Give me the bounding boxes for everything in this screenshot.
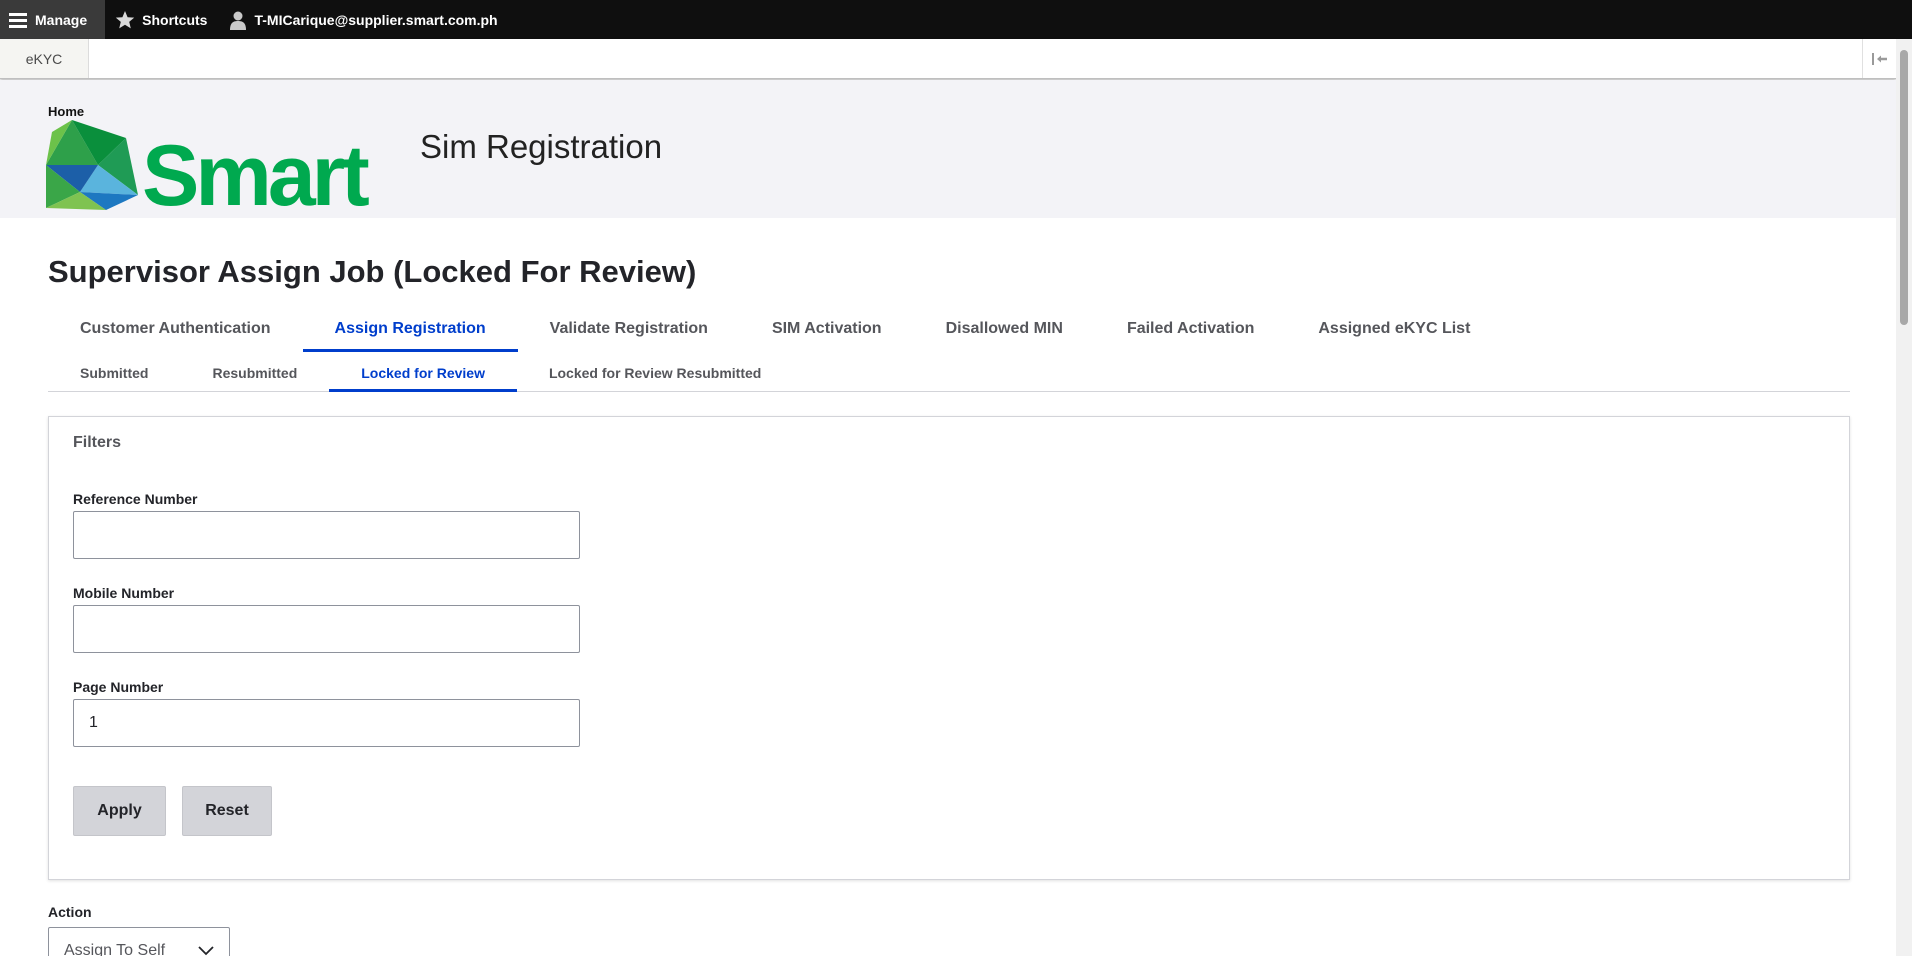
tab-assign-registration[interactable]: Assign Registration [302, 312, 518, 352]
home-link[interactable]: Home [48, 104, 84, 119]
page-number-label: Page Number [73, 679, 164, 695]
admin-toolbar: Manage Shortcuts T-MICarique@supplier.sm… [0, 0, 1912, 39]
tray-orientation-toggle[interactable] [1862, 39, 1896, 78]
primary-tabs: Customer Authentication Assign Registrat… [48, 312, 1502, 352]
site-name: Sim Registration [420, 128, 663, 165]
tab-submitted[interactable]: Submitted [48, 356, 180, 392]
filters-legend: Filters [73, 434, 122, 451]
action-selected-value: Assign To Self [64, 942, 166, 956]
tab-assigned-ekyc-list[interactable]: Assigned eKYC List [1286, 312, 1502, 352]
action-label: Action [48, 904, 92, 920]
collapse-left-icon [1871, 52, 1887, 65]
tab-customer-authentication[interactable]: Customer Authentication [48, 312, 303, 352]
star-icon [115, 10, 135, 28]
tab-disallowed-min[interactable]: Disallowed MIN [914, 312, 1095, 352]
page-number-input[interactable] [73, 699, 580, 747]
reference-number-input[interactable] [73, 511, 580, 559]
toolbar-tray: eKYC [0, 39, 1896, 79]
tab-failed-activation[interactable]: Failed Activation [1095, 312, 1286, 352]
smart-triangle-icon [46, 120, 138, 210]
filters-panel: Filters Reference Number Mobile Number P… [48, 416, 1850, 880]
user-account-button[interactable]: T-MICarique@supplier.smart.com.ph [219, 0, 509, 39]
tab-sim-activation[interactable]: SIM Activation [740, 312, 914, 352]
page-title: Supervisor Assign Job (Locked For Review… [48, 254, 697, 289]
reset-button[interactable]: Reset [182, 786, 272, 836]
apply-button[interactable]: Apply [73, 786, 166, 836]
smart-logo-text: Smart [142, 128, 369, 212]
shortcuts-label: Shortcuts [142, 11, 208, 28]
reference-number-label: Reference Number [73, 491, 198, 507]
mobile-number-input[interactable] [73, 605, 580, 653]
smart-logo[interactable]: Smart [46, 120, 386, 224]
tab-locked-for-review[interactable]: Locked for Review [329, 356, 517, 392]
manage-menu-button[interactable]: Manage [0, 0, 106, 39]
tray-tab-ekyc[interactable]: eKYC [0, 39, 89, 78]
site-header: Home Smart Sim Registration [0, 80, 1896, 224]
tab-locked-for-review-resubmitted[interactable]: Locked for Review Resubmitted [517, 356, 793, 392]
manage-label: Manage [35, 11, 88, 28]
secondary-tabs: Submitted Resubmitted Locked for Review … [48, 356, 1850, 392]
hamburger-icon [9, 12, 27, 28]
mobile-number-label: Mobile Number [73, 585, 175, 601]
page-scrollbar[interactable] [1896, 39, 1912, 956]
tab-resubmitted[interactable]: Resubmitted [180, 356, 329, 392]
shortcuts-button[interactable]: Shortcuts [105, 0, 219, 39]
user-icon [230, 11, 247, 30]
chevron-down-icon [198, 946, 214, 956]
scrollbar-thumb[interactable] [1900, 50, 1908, 325]
action-select[interactable]: Assign To Self [48, 927, 230, 956]
tab-validate-registration[interactable]: Validate Registration [518, 312, 740, 352]
user-label: T-MICarique@supplier.smart.com.ph [254, 11, 498, 28]
